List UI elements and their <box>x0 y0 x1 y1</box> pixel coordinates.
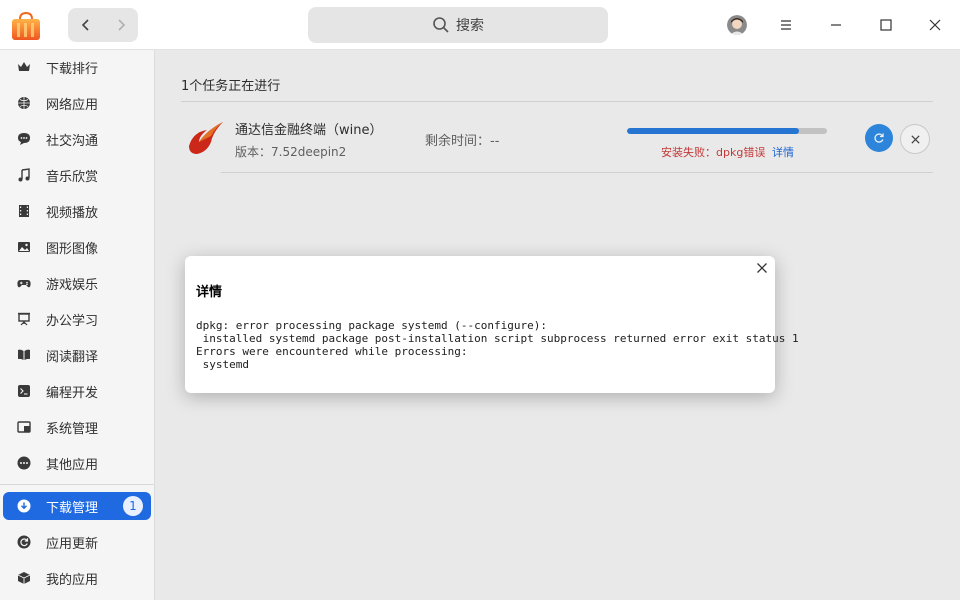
sidebar-item-label: 其他应用 <box>46 458 99 473</box>
search-placeholder: 搜索 <box>456 18 484 34</box>
sidebar-item-video[interactable]: 视频播放 <box>3 197 151 225</box>
minimize-icon <box>831 24 841 26</box>
sidebar-item-label: 系统管理 <box>46 422 99 437</box>
download-icon <box>17 499 31 513</box>
close-window-button[interactable] <box>920 10 950 40</box>
details-dialog: 详情 dpkg: error processing package system… <box>185 256 799 393</box>
sidebar: 下载排行 网络应用 社交沟通 音乐欣赏 视频播放 图形图像 游戏娱乐 办公学习 … <box>0 50 155 600</box>
image-icon <box>18 242 30 252</box>
sidebar-item-label: 音乐欣赏 <box>46 170 99 185</box>
sidebar-item-other[interactable]: 其他应用 <box>3 449 151 477</box>
sidebar-item-label: 办公学习 <box>46 314 99 329</box>
close-icon <box>929 19 941 31</box>
sidebar-item-graphics[interactable]: 图形图像 <box>3 233 151 261</box>
sidebar-item-my-apps[interactable]: 我的应用 <box>3 564 151 592</box>
sidebar-item-label: 应用更新 <box>46 537 99 552</box>
sidebar-item-music[interactable]: 音乐欣赏 <box>3 161 151 189</box>
sidebar-item-network[interactable]: 网络应用 <box>3 89 151 117</box>
maximize-button[interactable] <box>871 10 901 40</box>
search-icon <box>433 17 449 33</box>
sidebar-item-label: 视频播放 <box>46 206 99 221</box>
film-icon <box>19 205 29 217</box>
app-store-logo-icon <box>12 11 40 40</box>
sidebar-item-updates[interactable]: 应用更新 <box>3 528 151 556</box>
refresh-icon <box>17 535 31 549</box>
book-icon <box>18 349 30 360</box>
main-menu-button[interactable] <box>771 10 801 40</box>
forward-button[interactable] <box>103 8 138 42</box>
chat-icon <box>18 133 30 145</box>
sidebar-item-system[interactable]: 系统管理 <box>3 413 151 441</box>
sidebar-item-label: 游戏娱乐 <box>46 278 99 293</box>
error-log-text: dpkg: error processing package systemd (… <box>196 319 799 371</box>
sidebar-item-games[interactable]: 游戏娱乐 <box>3 269 151 297</box>
download-count-badge: 1 <box>123 496 143 516</box>
user-avatar[interactable] <box>727 15 747 35</box>
crown-icon <box>18 62 30 71</box>
system-icon <box>17 421 31 433</box>
sidebar-item-reading[interactable]: 阅读翻译 <box>3 341 151 369</box>
box-icon <box>17 572 31 584</box>
music-icon <box>18 168 30 182</box>
search-box[interactable]: 搜索 <box>308 7 608 43</box>
sidebar-item-label: 社交沟通 <box>46 134 99 149</box>
sidebar-item-development[interactable]: 编程开发 <box>3 377 151 405</box>
sidebar-item-label: 我的应用 <box>46 573 99 588</box>
sidebar-item-label: 网络应用 <box>46 98 99 113</box>
sidebar-item-office[interactable]: 办公学习 <box>3 305 151 333</box>
sidebar-item-label: 下载管理 <box>46 501 99 516</box>
dialog-close-icon[interactable] <box>755 261 769 275</box>
sidebar-item-social[interactable]: 社交沟通 <box>3 125 151 153</box>
sidebar-divider <box>0 484 154 485</box>
chevron-left-icon <box>81 19 89 31</box>
sidebar-item-label: 图形图像 <box>46 242 99 257</box>
sidebar-item-label: 阅读翻译 <box>46 350 99 365</box>
gamepad-icon <box>17 280 31 288</box>
terminal-icon <box>18 385 30 397</box>
presentation-icon <box>18 312 30 326</box>
more-icon <box>17 456 31 470</box>
avatar-icon <box>727 15 747 35</box>
globe-icon <box>18 97 30 109</box>
sidebar-item-download-manager[interactable]: 下载管理 1 <box>3 492 151 520</box>
chevron-right-icon <box>117 19 125 31</box>
menu-icon <box>781 20 791 30</box>
back-button[interactable] <box>68 8 103 42</box>
sidebar-item-download-ranking[interactable]: 下载排行 <box>3 53 151 81</box>
dialog-title: 详情 <box>196 285 223 300</box>
sidebar-item-label: 编程开发 <box>46 386 99 401</box>
minimize-button[interactable] <box>821 10 851 40</box>
maximize-icon <box>880 19 892 31</box>
title-bar: 搜索 <box>0 0 960 50</box>
navigation-buttons <box>68 8 138 42</box>
sidebar-item-label: 下载排行 <box>46 62 99 77</box>
